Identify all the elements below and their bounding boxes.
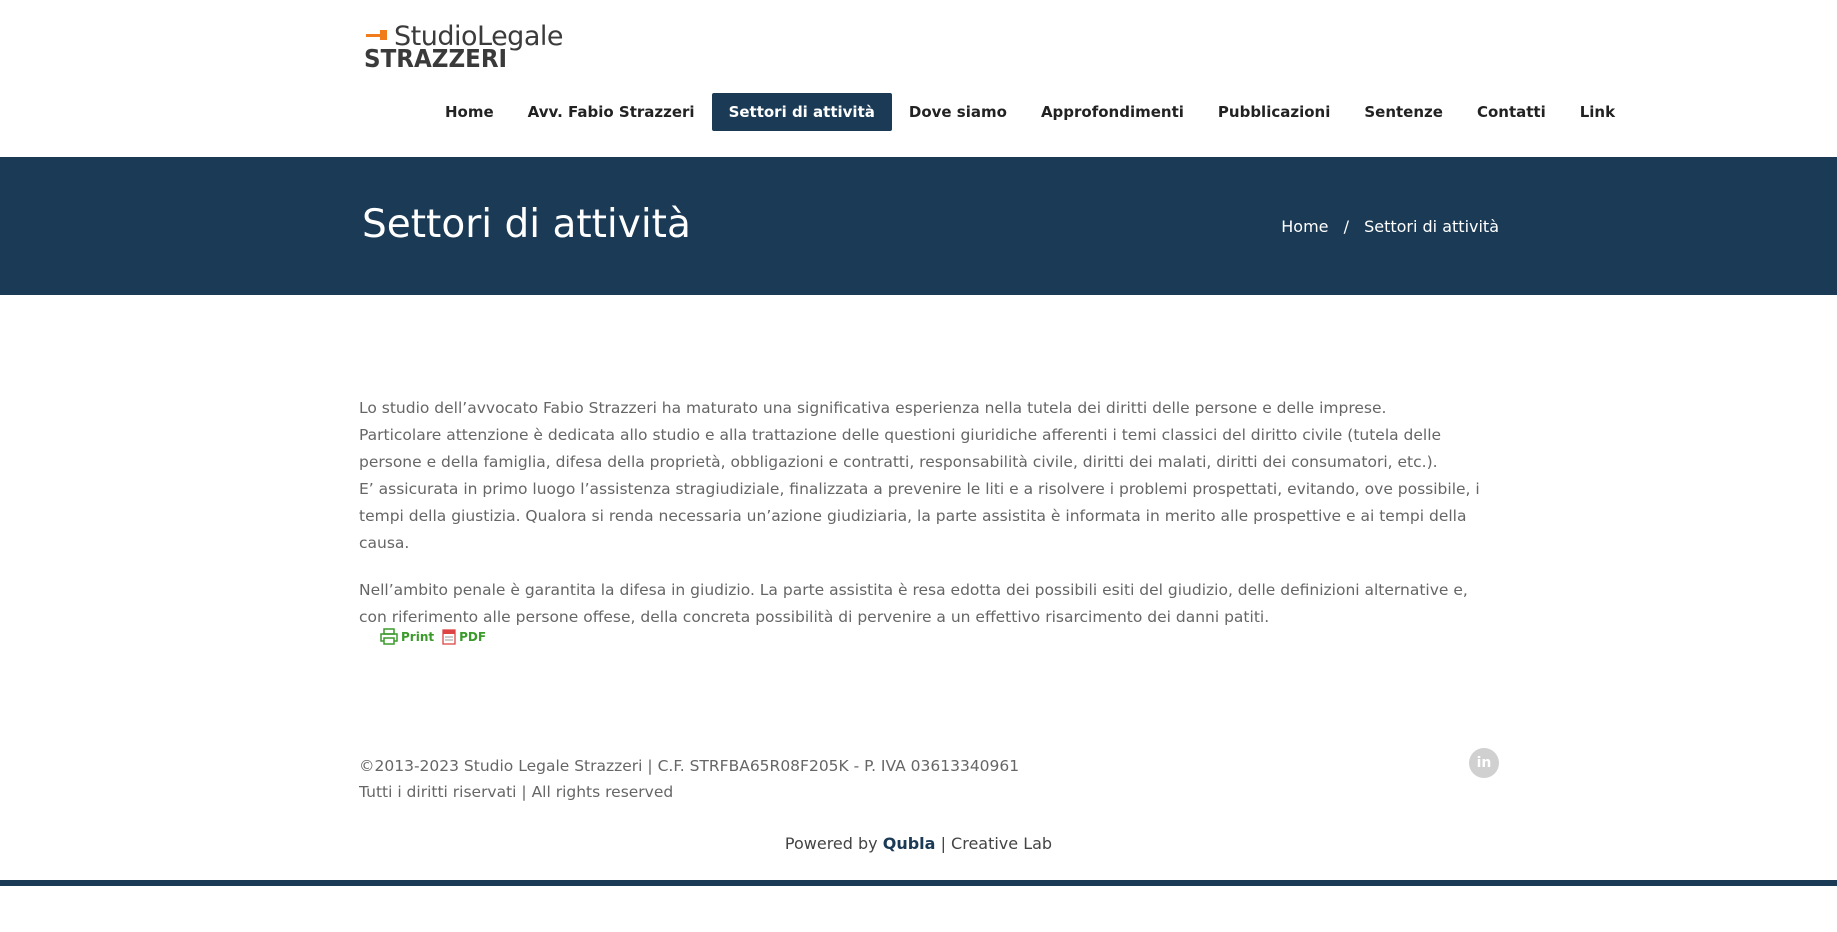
breadcrumb: Home / Settori di attività: [1281, 217, 1499, 236]
powered-brand-link[interactable]: Qubla: [883, 834, 936, 853]
footer-copyright: ©2013-2023 Studio Legale Strazzeri | C.F…: [359, 753, 1019, 805]
nav-item-settori-di-attivita[interactable]: Settori di attività: [711, 93, 892, 131]
page-title-bar: Settori di attività Home / Settori di at…: [0, 157, 1837, 295]
gavel-icon: [366, 30, 387, 40]
content-line-2: Particolare attenzione è dedicata allo s…: [359, 426, 1442, 471]
print-button[interactable]: Print: [380, 628, 434, 645]
breadcrumb-separator: /: [1343, 217, 1349, 236]
nav-item-pubblicazioni[interactable]: Pubblicazioni: [1201, 93, 1347, 131]
nav-item-approfondimenti[interactable]: Approfondimenti: [1024, 93, 1201, 131]
content-paragraph-1: Lo studio dell’avvocato Fabio Strazzeri …: [359, 395, 1499, 557]
nav-item-dove-siamo[interactable]: Dove siamo: [892, 93, 1024, 131]
print-pdf-buttons: Print PDF: [380, 628, 494, 645]
nav-item-home[interactable]: Home: [428, 93, 511, 131]
powered-prefix: Powered by: [784, 834, 878, 853]
page: StudioLegale STRAZZERI Home Avv. Fabio S…: [0, 0, 1837, 932]
content-line-3: E’ assicurata in primo luogo l’assistenz…: [359, 480, 1480, 552]
logo[interactable]: StudioLegale STRAZZERI: [362, 22, 563, 74]
linkedin-icon[interactable]: in: [1469, 748, 1499, 778]
nav-item-contatti[interactable]: Contatti: [1460, 93, 1563, 131]
content-paragraph-2: Nell’ambito penale è garantita la difesa…: [359, 581, 1468, 626]
powered-by: Powered by Qubla | Creative Lab: [0, 834, 1837, 853]
main-content: Lo studio dell’avvocato Fabio Strazzeri …: [359, 395, 1499, 651]
powered-suffix: | Creative Lab: [940, 834, 1053, 853]
nav-item-sentenze[interactable]: Sentenze: [1347, 93, 1460, 131]
page-title: Settori di attività: [362, 202, 691, 247]
printer-icon: [380, 628, 398, 645]
main-nav: Home Avv. Fabio Strazzeri Settori di att…: [428, 93, 1632, 131]
footer-line-1: ©2013-2023 Studio Legale Strazzeri | C.F…: [359, 757, 1020, 775]
content-line-1: Lo studio dell’avvocato Fabio Strazzeri …: [359, 399, 1387, 417]
pdf-button[interactable]: PDF: [442, 628, 487, 645]
nav-item-link[interactable]: Link: [1563, 93, 1632, 131]
pdf-label: PDF: [459, 629, 487, 644]
bottom-bar: [0, 880, 1837, 886]
breadcrumb-home-link[interactable]: Home: [1281, 217, 1328, 236]
print-label: Print: [401, 629, 435, 644]
breadcrumb-current: Settori di attività: [1364, 217, 1499, 236]
footer-line-2: Tutti i diritti riservati | All rights r…: [359, 783, 674, 801]
pdf-icon: [442, 628, 456, 645]
logo-line-2: STRAZZERI: [364, 44, 508, 73]
nav-item-avv-fabio-strazzeri[interactable]: Avv. Fabio Strazzeri: [511, 93, 712, 131]
